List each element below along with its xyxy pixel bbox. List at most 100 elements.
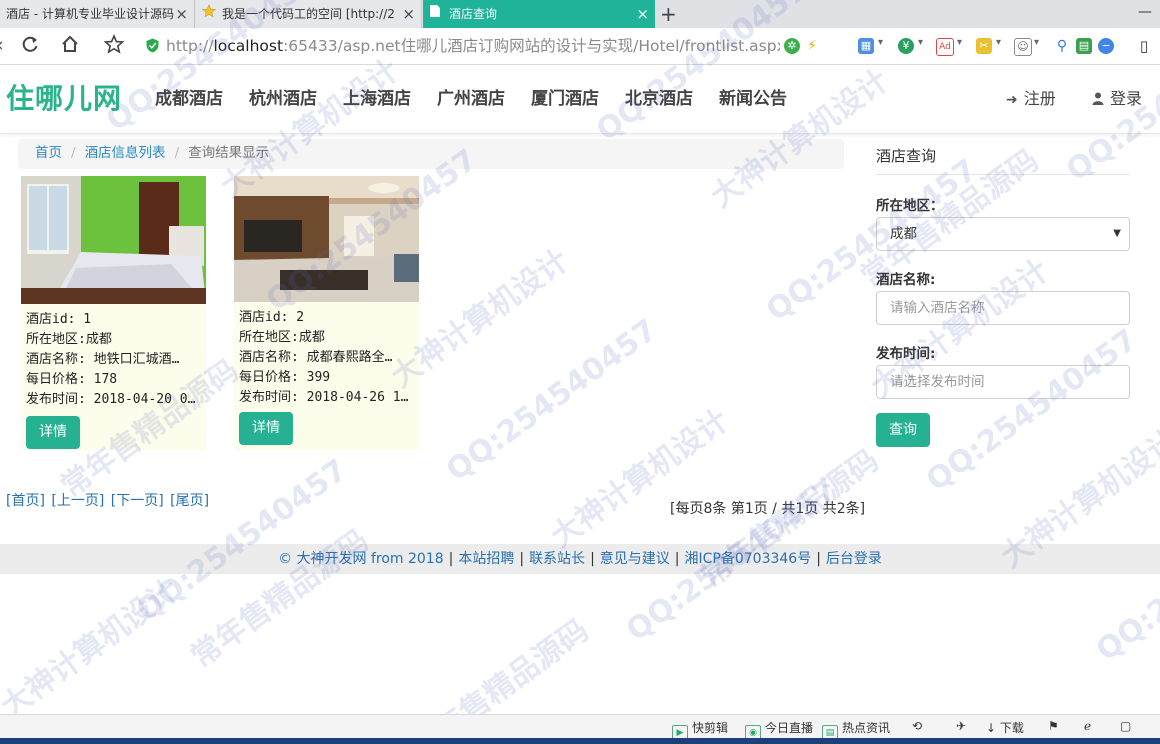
- window-minimize-icon[interactable]: —: [1138, 4, 1152, 20]
- hotel-name: 酒店名称: 地铁口汇城酒…: [26, 352, 180, 367]
- hotel-name: 酒店名称: 成都春熙路全…: [239, 350, 393, 365]
- browser-status-bar: ▶ 快剪辑 ◉ 今日直播 ▤ 热点资讯 ⟲ ✈ ↓ 下载 ⚑ ℯ ▢: [0, 714, 1160, 741]
- site-header: 住哪儿网 成都酒店 杭州酒店 上海酒店 广州酒店 厦门酒店 北京酒店 新闻公告 …: [0, 65, 1160, 134]
- nav-link-news[interactable]: 新闻公告: [719, 87, 787, 111]
- hotel-info: 酒店id: 1 所在地区:成都 酒店名称: 地铁口汇城酒… 每日价格: 178 …: [26, 310, 200, 410]
- hotel-info: 酒店id: 2 所在地区:成都 酒店名称: 成都春熙路全… 每日价格: 399 …: [239, 308, 413, 408]
- pdf-icon[interactable]: Ad: [936, 38, 954, 56]
- download-icon: ↓: [986, 721, 1000, 735]
- status-label: 今日直播: [765, 721, 814, 735]
- lightning-icon[interactable]: ⚡: [804, 38, 820, 54]
- new-tab-button[interactable]: +: [660, 2, 677, 26]
- footer-copyright: © 大神开发网 from 2018: [278, 551, 444, 567]
- bookmark-star-icon[interactable]: [103, 33, 125, 59]
- watermark-text: QQ:254540457: [1090, 492, 1160, 669]
- chevron-down-icon[interactable]: ▾: [918, 37, 923, 48]
- nav-link-hangzhou[interactable]: 杭州酒店: [249, 87, 317, 111]
- url-scheme: http://: [166, 37, 214, 55]
- tab-title: 酒店 - 计算机专业毕业设计源码: [6, 7, 174, 21]
- nav-link-guangzhou[interactable]: 广州酒店: [437, 87, 505, 111]
- page-info: [每页8条 第1页 / 共1页 共2条]: [670, 501, 866, 517]
- status-item-download[interactable]: ↓ 下载: [986, 719, 1024, 736]
- footer-link-feedback[interactable]: 意见与建议: [600, 551, 670, 567]
- reload-icon[interactable]: [20, 34, 40, 59]
- page-favicon-icon: [429, 0, 445, 28]
- hotel-name-input[interactable]: 请输入酒店名称: [876, 291, 1130, 325]
- screenshot-icon[interactable]: ✂: [976, 38, 992, 54]
- zoom-out-icon[interactable]: −: [1098, 38, 1114, 54]
- ie-icon[interactable]: ℯ: [1084, 719, 1091, 733]
- nav-link-beijing[interactable]: 北京酒店: [625, 87, 693, 111]
- currency-icon[interactable]: ¥: [898, 38, 914, 54]
- watermark-text: QQ:254540457: [920, 322, 1144, 499]
- hotel-region: 所在地区:成都: [239, 330, 325, 345]
- menu-icon[interactable]: ▯: [1136, 38, 1152, 54]
- book-icon[interactable]: ▤: [1076, 38, 1092, 54]
- star-favicon-icon: [201, 0, 218, 28]
- last-page-link[interactable]: [尾页]: [170, 493, 209, 509]
- hotel-region: 所在地区:成都: [26, 332, 112, 347]
- close-icon[interactable]: ×: [175, 0, 188, 28]
- next-page-link[interactable]: [下一页]: [111, 493, 164, 509]
- breadcrumb-hotel-list[interactable]: 酒店信息列表: [85, 145, 166, 161]
- hotel-photo[interactable]: [21, 176, 206, 304]
- breadcrumb-home[interactable]: 首页: [35, 145, 62, 161]
- tab-title: 酒店查询: [449, 7, 498, 21]
- footer-link-contact[interactable]: 联系站长: [529, 551, 585, 567]
- nav-link-shanghai[interactable]: 上海酒店: [343, 87, 411, 111]
- os-taskbar: [0, 738, 1160, 744]
- status-label: 下载: [999, 721, 1024, 735]
- breadcrumb-separator: /: [174, 145, 180, 161]
- detail-button[interactable]: 详情: [26, 416, 80, 449]
- browser-tab[interactable]: 我是一个代码工的空间 [http://2 ×: [196, 0, 422, 28]
- prev-page-link[interactable]: [上一页]: [51, 493, 104, 509]
- search-icon[interactable]: ⚲: [1054, 38, 1070, 54]
- pin-icon[interactable]: ✈: [956, 719, 966, 733]
- date-input[interactable]: 请选择发布时间: [876, 365, 1130, 399]
- footer-link-admin[interactable]: 后台登录: [826, 551, 882, 567]
- breadcrumb-separator: /: [71, 145, 76, 161]
- chevron-down-icon[interactable]: ▾: [1034, 37, 1039, 48]
- breadcrumb: 首页 / 酒店信息列表 / 查询结果显示: [18, 139, 844, 169]
- chevron-down-icon[interactable]: ▾: [878, 37, 883, 48]
- close-icon[interactable]: ×: [402, 0, 415, 28]
- footer-link-icp[interactable]: 湘ICP备0703346号: [685, 551, 812, 567]
- register-link[interactable]: ➜ 注册: [1006, 87, 1056, 112]
- browser-tab-active[interactable]: 酒店查询 ×: [423, 0, 655, 28]
- flag-icon[interactable]: ⚑: [1048, 719, 1059, 733]
- game-icon[interactable]: ☺: [1014, 38, 1032, 56]
- watermark-text: 常年售精品源码: [184, 523, 376, 675]
- watermark-text: QQ:254540457: [130, 452, 354, 629]
- nav-link-chengdu[interactable]: 成都酒店: [155, 87, 223, 111]
- footer-link-jobs[interactable]: 本站招聘: [458, 551, 514, 567]
- register-label: 注册: [1023, 89, 1056, 108]
- nav-link-xiamen[interactable]: 厦门酒店: [531, 87, 599, 111]
- watermark-text: 大神计算机设计: [544, 403, 736, 555]
- region-select[interactable]: 成都 ▼: [876, 217, 1130, 251]
- home-icon[interactable]: [60, 34, 80, 59]
- user-icon: [1092, 92, 1104, 108]
- detail-button[interactable]: 详情: [239, 412, 293, 445]
- hotel-id: 酒店id: 2: [239, 310, 305, 325]
- region-selected-value: 成都: [890, 226, 917, 242]
- chevron-down-icon[interactable]: ▾: [957, 37, 962, 48]
- url-path: :65433/asp.net住哪儿酒店订购网站的设计与实现/Hotel/fron…: [283, 37, 780, 55]
- close-icon[interactable]: ×: [636, 0, 649, 28]
- speed-dial-icon[interactable]: ✲: [784, 38, 800, 54]
- watermark-text: 大神计算机设计: [0, 573, 186, 725]
- hotel-photo[interactable]: [234, 176, 419, 302]
- search-panel-title: 酒店查询: [876, 145, 1130, 175]
- shield-icon[interactable]: [146, 38, 159, 53]
- refresh-status-icon[interactable]: ⟲: [912, 719, 922, 733]
- apps-grid-icon[interactable]: ▦: [858, 38, 874, 54]
- watermark-text: QQ:254540457: [440, 312, 664, 489]
- first-page-link[interactable]: [首页]: [6, 493, 45, 509]
- site-logo[interactable]: 住哪儿网: [6, 81, 122, 117]
- back-arrow-icon[interactable]: ‹: [0, 34, 4, 56]
- chevron-down-icon[interactable]: ▾: [996, 37, 1001, 48]
- search-button[interactable]: 查询: [876, 413, 930, 447]
- url-input[interactable]: http://localhost:65433/asp.net住哪儿酒店订购网站的…: [166, 37, 780, 57]
- login-link[interactable]: 登录: [1092, 87, 1142, 112]
- browser-tab[interactable]: 酒店 - 计算机专业毕业设计源码 ×: [0, 0, 195, 28]
- window-icon[interactable]: ▢: [1120, 719, 1131, 733]
